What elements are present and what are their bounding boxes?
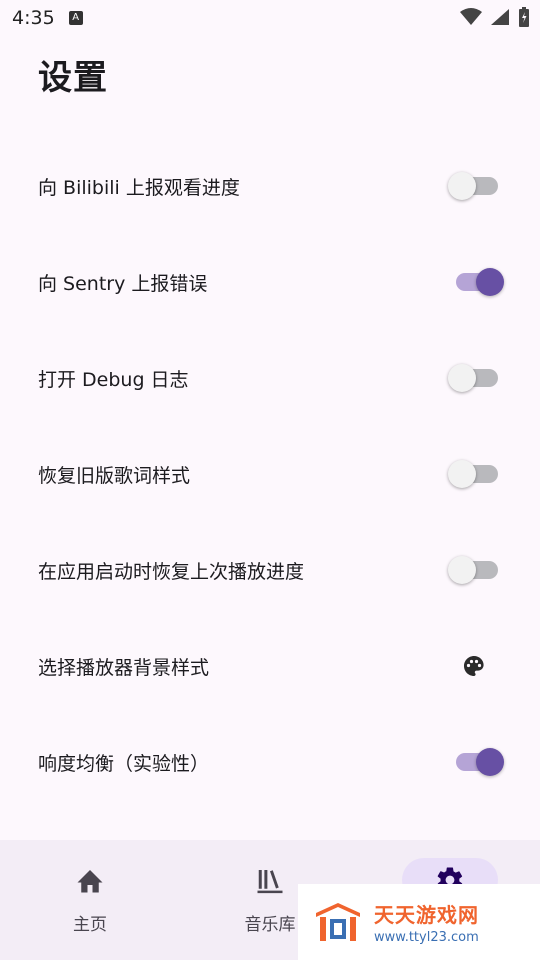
setting-label: 在应用启动时恢复上次播放进度 — [38, 560, 305, 583]
setting-row-restore-progress[interactable]: 在应用启动时恢复上次播放进度 — [0, 522, 540, 618]
signal-icon — [491, 9, 509, 25]
status-bar: 4:35 A — [0, 0, 540, 36]
setting-row-player-background[interactable]: 选择播放器背景样式 — [0, 618, 540, 714]
wifi-icon — [460, 8, 482, 25]
settings-list: 向 Bilibili 上报观看进度 向 Sentry 上报错误 打开 Debug… — [0, 138, 540, 810]
status-icons — [460, 7, 530, 27]
debug-log-switch[interactable] — [448, 362, 500, 394]
sentry-report-switch[interactable] — [448, 266, 504, 298]
watermark-title: 天天游戏网 — [374, 903, 479, 927]
watermark-logo-icon — [316, 903, 360, 941]
library-icon — [257, 870, 283, 894]
setting-row-sentry-report[interactable]: 向 Sentry 上报错误 — [0, 234, 540, 330]
setting-label: 选择播放器背景样式 — [38, 656, 210, 679]
watermark-url: www.ttyl23.com — [374, 930, 479, 945]
legacy-lyrics-switch[interactable] — [448, 458, 500, 490]
notification-a-icon: A — [68, 11, 83, 25]
setting-label: 向 Sentry 上报错误 — [38, 272, 208, 295]
home-icon — [77, 870, 103, 893]
nav-label: 主页 — [73, 915, 107, 935]
setting-label: 响度均衡（实验性） — [38, 752, 210, 775]
bilibili-report-switch[interactable] — [448, 170, 500, 202]
setting-row-bilibili-report[interactable]: 向 Bilibili 上报观看进度 — [0, 138, 540, 234]
status-time: 4:35 — [12, 7, 55, 29]
setting-row-loudness-normalization[interactable]: 响度均衡（实验性） — [0, 714, 540, 810]
watermark: 天天游戏网 www.ttyl23.com — [298, 884, 540, 960]
setting-row-legacy-lyrics[interactable]: 恢复旧版歌词样式 — [0, 426, 540, 522]
player-background-button[interactable] — [448, 650, 500, 682]
nav-label: 音乐库 — [244, 915, 296, 935]
battery-icon — [519, 7, 529, 27]
palette-icon — [464, 656, 484, 676]
setting-label: 向 Bilibili 上报观看进度 — [38, 176, 240, 199]
page-title: 设置 — [38, 58, 108, 98]
setting-row-debug-log[interactable]: 打开 Debug 日志 — [0, 330, 540, 426]
loudness-normalization-switch[interactable] — [448, 746, 504, 778]
setting-label: 打开 Debug 日志 — [38, 368, 189, 391]
nav-item-home[interactable]: 主页 — [0, 840, 180, 960]
restore-progress-switch[interactable] — [448, 554, 500, 586]
setting-label: 恢复旧版歌词样式 — [38, 464, 191, 487]
